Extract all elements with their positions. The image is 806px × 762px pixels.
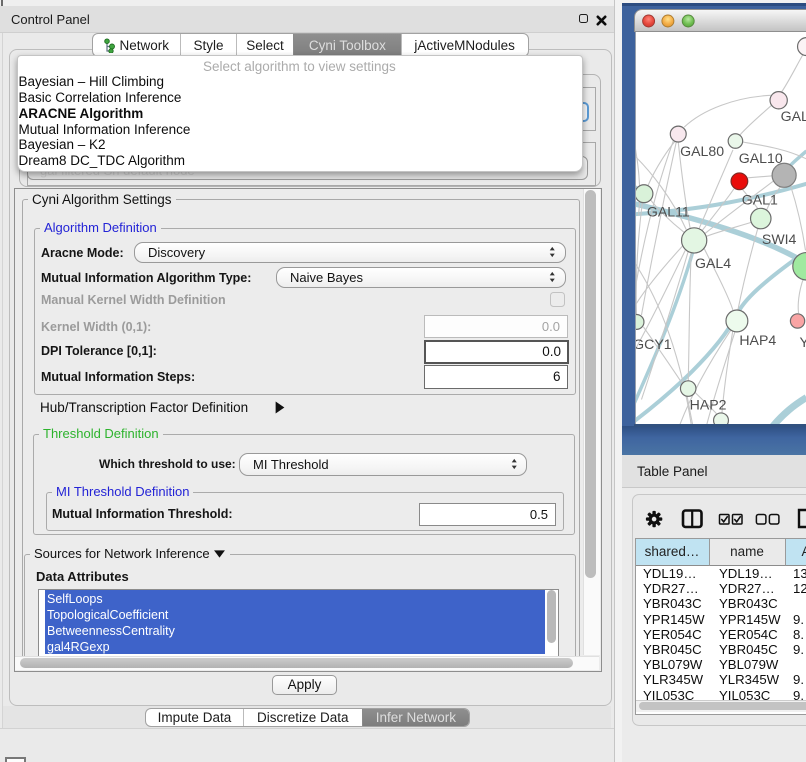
svg-text:GAL4: GAL4 [695,255,731,271]
svg-text:GAL10: GAL10 [738,149,782,165]
svg-text:GAL80: GAL80 [680,142,724,158]
svg-text:HAP2: HAP2 [689,396,726,412]
svg-text:YJ: YJ [799,333,806,349]
svg-text:GAL1: GAL1 [741,191,777,207]
svg-text:GCY1: GCY1 [635,335,672,351]
svg-text:HAP4: HAP4 [739,331,776,347]
svg-text:GAL11: GAL11 [646,203,689,219]
svg-text:SWI4: SWI4 [761,230,796,246]
svg-text:GAL2: GAL2 [780,108,806,124]
